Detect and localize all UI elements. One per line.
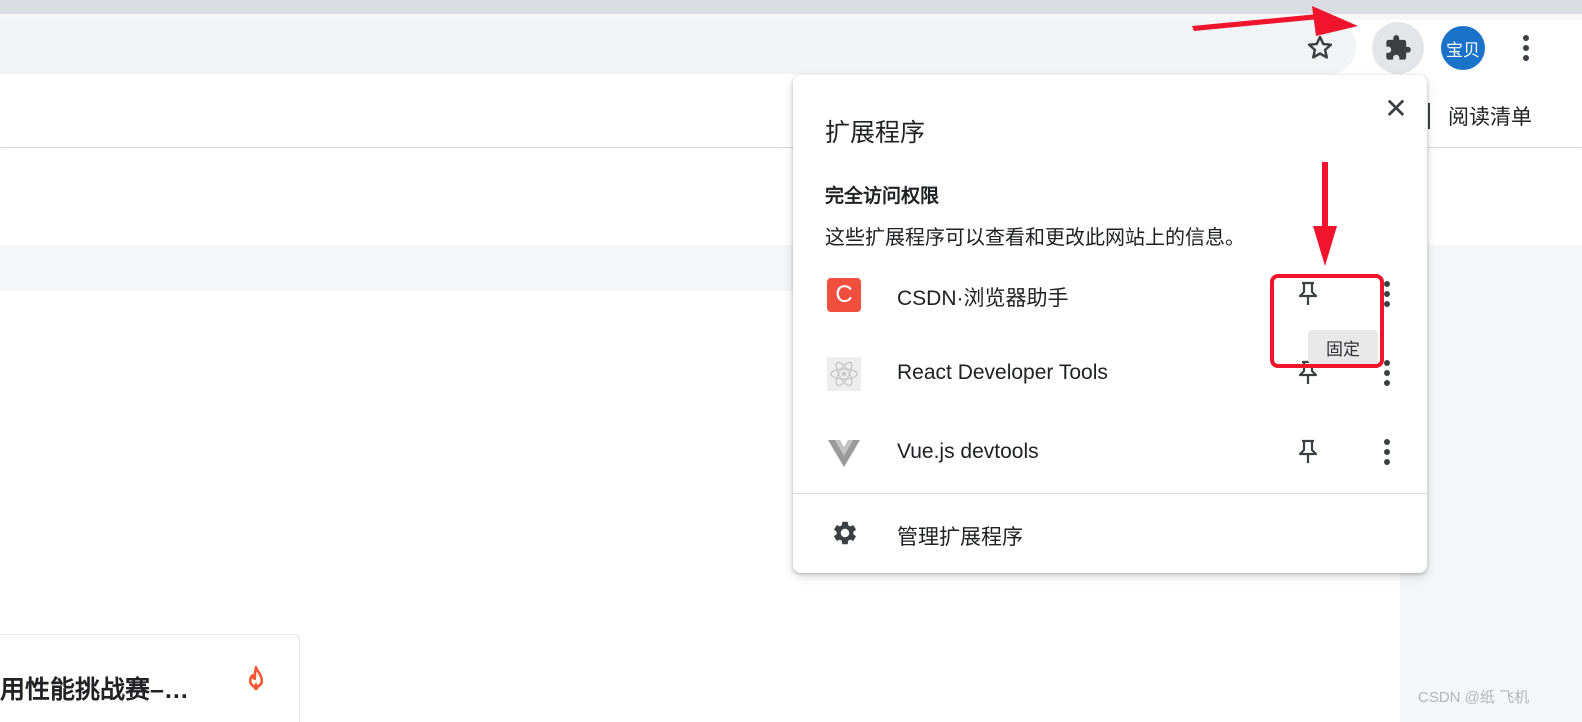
manage-extensions-label: 管理扩展程序 <box>897 526 1023 549</box>
csdn-logo-letter: C <box>835 281 853 308</box>
three-dot-menu-icon <box>1523 35 1529 61</box>
profile-avatar[interactable]: 宝贝 <box>1441 26 1485 70</box>
extensions-button[interactable] <box>1372 22 1424 74</box>
close-icon: ✕ <box>1384 92 1408 124</box>
pin-button[interactable] <box>1293 434 1323 470</box>
react-logo-icon <box>827 357 861 391</box>
popup-divider <box>793 493 1427 494</box>
address-bar[interactable] <box>0 20 1356 74</box>
bookmark-star-button[interactable] <box>1302 30 1338 66</box>
page-right-gutter <box>1400 291 1582 722</box>
bookmarks-separator <box>1428 103 1430 129</box>
extension-name: Vue.js devtools <box>897 440 1039 463</box>
three-dot-menu-icon <box>1384 281 1390 307</box>
extension-name: React Developer Tools <box>897 361 1108 384</box>
gear-icon <box>834 521 856 545</box>
pin-icon <box>1298 439 1318 463</box>
reading-list-button[interactable]: 阅读清单 <box>1448 101 1532 131</box>
window-top-strip <box>0 0 1582 14</box>
manage-extensions-button[interactable]: 管理扩展程序 <box>793 495 1427 571</box>
three-dot-menu-icon <box>1384 439 1390 465</box>
puzzle-icon <box>1386 35 1411 60</box>
csdn-logo-icon: C <box>827 278 861 312</box>
three-dot-menu-icon <box>1384 360 1390 386</box>
browser-menu-button[interactable] <box>1508 30 1544 66</box>
annotation-highlight-box <box>1270 274 1384 368</box>
popup-title: 扩展程序 <box>825 119 926 147</box>
full-access-description: 这些扩展程序可以查看和更改此网站上的信息。 <box>825 227 1245 249</box>
fire-icon <box>248 666 264 691</box>
extension-row-vue[interactable]: Vue.js devtools <box>793 416 1427 488</box>
article-card-title[interactable]: 用性能挑战赛–… <box>0 670 189 706</box>
vue-logo-icon <box>827 436 861 470</box>
extension-name: CSDN·浏览器助手 <box>897 287 1069 310</box>
star-outline-icon <box>1307 35 1333 59</box>
extension-more-button[interactable] <box>1373 434 1401 470</box>
close-button[interactable]: ✕ <box>1379 91 1413 125</box>
full-access-heading: 完全访问权限 <box>825 186 940 207</box>
watermark: CSDN @纸 飞机 <box>1418 689 1530 706</box>
